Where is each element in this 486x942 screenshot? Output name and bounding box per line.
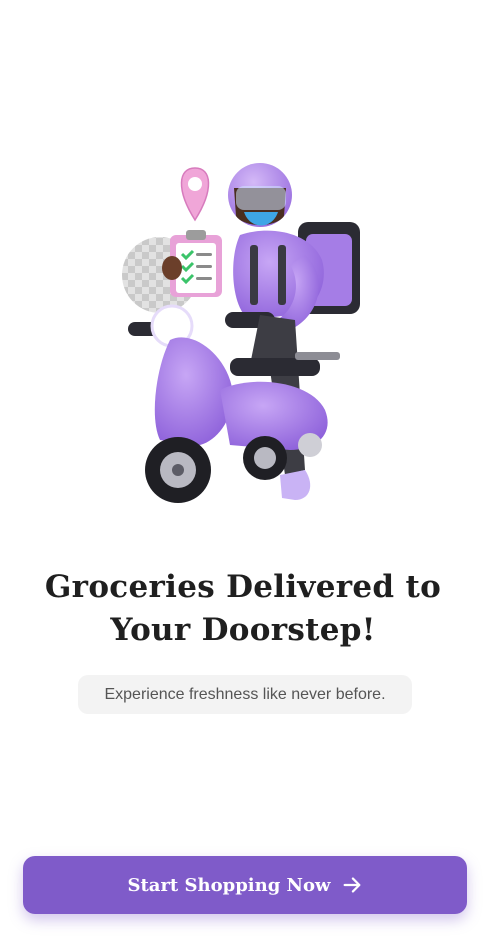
onboarding-screen: Groceries Delivered to Your Doorstep! Ex… bbox=[0, 0, 486, 942]
page-title-line-2: Your Doorstep! bbox=[110, 612, 376, 648]
subtitle-text: Experience freshness like never before. bbox=[104, 685, 386, 703]
location-pin-icon bbox=[180, 167, 210, 222]
start-shopping-button-label: Start Shopping Now bbox=[127, 874, 331, 896]
delivery-rider-illustration bbox=[122, 163, 360, 503]
arrow-right-icon bbox=[341, 874, 363, 896]
start-shopping-button[interactable]: Start Shopping Now bbox=[23, 856, 467, 914]
subtitle-pill: Experience freshness like never before. bbox=[78, 675, 412, 714]
page-title-line-1: Groceries Delivered to bbox=[44, 569, 442, 605]
page-title: Groceries Delivered to Your Doorstep! bbox=[0, 566, 486, 652]
